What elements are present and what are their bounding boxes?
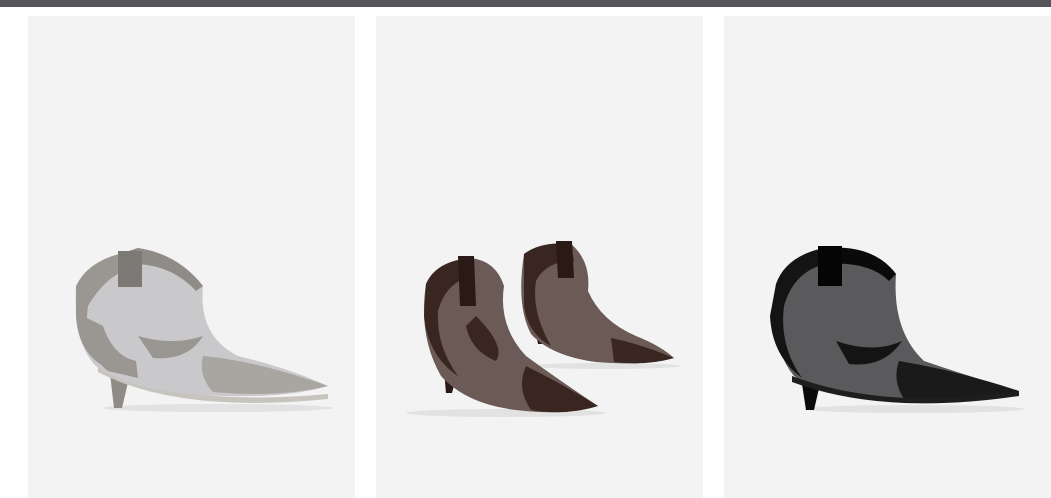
top-bar [0,0,1051,7]
product-card-brown-boots[interactable] [376,16,703,498]
product-card-black-boot[interactable] [724,16,1051,498]
boot-icon [75,248,333,412]
boot-pair-icon [406,241,681,417]
product-card-grey-boot[interactable] [28,16,355,498]
boot-icon [770,246,1024,413]
